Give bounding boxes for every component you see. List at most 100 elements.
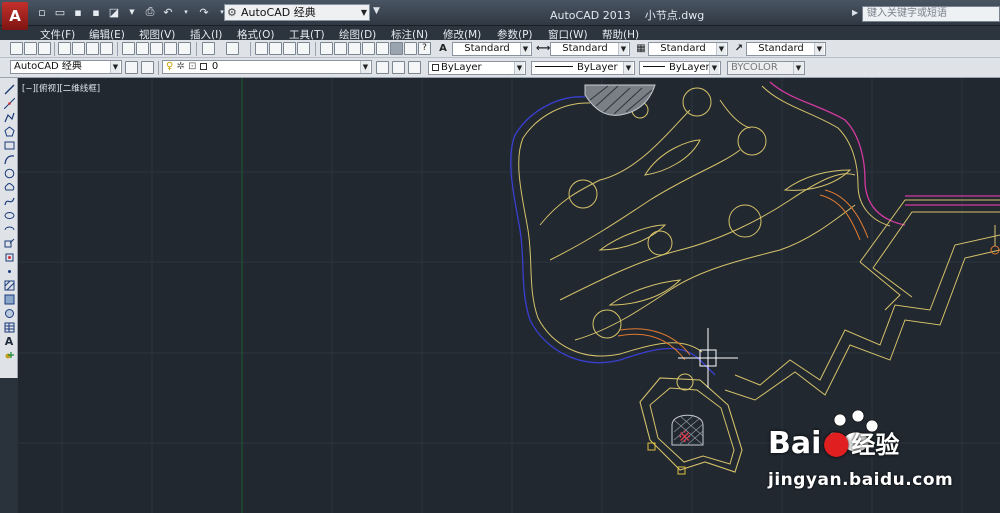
- multileader-style-value: Standard: [758, 43, 804, 54]
- workspace-dropdown[interactable]: AutoCAD 经典 ▼: [10, 60, 122, 74]
- new-file-icon[interactable]: ▫: [34, 4, 50, 20]
- polyline-icon[interactable]: [3, 111, 15, 123]
- open-file-icon[interactable]: ▭: [52, 4, 68, 20]
- layer-color-swatch: [199, 63, 207, 70]
- dim-style-icon[interactable]: ⟷: [536, 42, 550, 56]
- copy-icon[interactable]: [136, 42, 149, 55]
- cut-icon[interactable]: [122, 42, 135, 55]
- color-swatch: [432, 64, 439, 71]
- customize-quick-access-icon[interactable]: ▼: [373, 6, 380, 16]
- table-icon[interactable]: [3, 321, 15, 333]
- line-icon[interactable]: [3, 83, 15, 95]
- plot-preview-icon[interactable]: [72, 42, 85, 55]
- color-select[interactable]: ByLayer ▼: [428, 61, 526, 75]
- workspace-select[interactable]: ⚙ AutoCAD 经典 ▼: [224, 4, 370, 21]
- zoom-previous-icon[interactable]: [297, 42, 310, 55]
- zoom-realtime-icon[interactable]: [269, 42, 282, 55]
- sheet-set-icon[interactable]: [362, 42, 375, 55]
- text-style-value: Standard: [464, 43, 510, 54]
- table-style-icon[interactable]: ▦: [634, 42, 648, 56]
- workspace-settings-icon[interactable]: [125, 61, 138, 74]
- search-expand-icon[interactable]: ▶: [852, 8, 858, 17]
- plot-icon[interactable]: ⎙: [142, 4, 158, 20]
- layer-state-icon[interactable]: [408, 61, 421, 74]
- save-icon[interactable]: [38, 42, 51, 55]
- revision-cloud-icon[interactable]: [3, 181, 15, 193]
- region-icon[interactable]: [3, 307, 15, 319]
- lineweight-select[interactable]: ByLayer ▼: [639, 61, 721, 75]
- tool-palettes-icon[interactable]: [348, 42, 361, 55]
- make-block-icon[interactable]: [3, 251, 15, 263]
- block-editor-icon[interactable]: [178, 42, 191, 55]
- markup-icon[interactable]: [376, 42, 389, 55]
- save-icon[interactable]: ▪: [70, 4, 86, 20]
- undo-icon[interactable]: [202, 42, 215, 55]
- chevron-down-icon: ▼: [520, 43, 530, 55]
- calc-icon[interactable]: [404, 42, 417, 55]
- mtext-icon[interactable]: A: [3, 335, 15, 348]
- construction-line-icon[interactable]: [3, 97, 15, 109]
- file-name: 小节点.dwg: [644, 9, 705, 22]
- application-menu-button[interactable]: [2, 2, 28, 30]
- hatched-area-top: [584, 84, 656, 116]
- chevron-down-icon: ▼: [360, 8, 367, 17]
- color-value: ByLayer: [441, 62, 482, 73]
- open-icon[interactable]: [24, 42, 37, 55]
- multileader-style-icon[interactable]: ↗: [732, 42, 746, 56]
- plot-icon[interactable]: [58, 42, 71, 55]
- redo-icon[interactable]: ↷: [196, 4, 212, 20]
- new-icon[interactable]: [10, 42, 23, 55]
- orange-arcs: [617, 189, 869, 361]
- hatch-icon[interactable]: [3, 279, 15, 291]
- arc-icon[interactable]: [3, 153, 15, 165]
- toolbar-separator: [315, 42, 316, 56]
- chevron-down-icon: ▼: [360, 61, 370, 73]
- insert-block-icon[interactable]: [3, 237, 15, 249]
- properties-icon[interactable]: [320, 42, 333, 55]
- make-object-layer-current-icon[interactable]: [376, 61, 389, 74]
- linetype-value: ByLayer: [577, 62, 618, 73]
- layer-manager-icon[interactable]: [141, 61, 154, 74]
- point-icon[interactable]: [3, 265, 15, 277]
- polygon-icon[interactable]: [3, 125, 15, 137]
- add-selected-icon[interactable]: [3, 349, 15, 361]
- undo-icon[interactable]: ↶: [160, 4, 176, 20]
- undo-dropdown-icon[interactable]: ▾: [178, 4, 194, 20]
- ellipse-icon[interactable]: [3, 209, 15, 221]
- 3d-dwf-icon[interactable]: [100, 42, 113, 55]
- export-icon[interactable]: ◪: [106, 4, 122, 20]
- dropdown-arrow-icon[interactable]: ▼: [124, 4, 140, 20]
- linetype-select[interactable]: ByLayer ▼: [531, 61, 635, 75]
- design-center-icon[interactable]: [334, 42, 347, 55]
- plot-style-select[interactable]: BYCOLOR ▼: [727, 61, 805, 75]
- layer-previous-icon[interactable]: [392, 61, 405, 74]
- spline-icon[interactable]: [3, 195, 15, 207]
- text-style-select[interactable]: Standard ▼: [452, 42, 532, 56]
- rectangle-icon[interactable]: [3, 139, 15, 151]
- layer-on-icon: ♀: [166, 61, 174, 72]
- watermark-brand-cn: 经验: [851, 431, 900, 459]
- match-properties-icon[interactable]: [164, 42, 177, 55]
- help-search-input[interactable]: 键入关键字或短语: [862, 6, 1000, 22]
- save-as-icon[interactable]: ▪: [88, 4, 104, 20]
- ellipse-arc-icon[interactable]: [3, 223, 15, 235]
- paw-icon: ●: [822, 423, 851, 461]
- layer-freeze-icon: ✲: [176, 61, 185, 72]
- calculator-icon[interactable]: [390, 42, 403, 55]
- pan-icon[interactable]: [255, 42, 268, 55]
- text-style-icon[interactable]: A: [436, 42, 450, 56]
- zoom-window-icon[interactable]: [283, 42, 296, 55]
- table-style-value: Standard: [660, 43, 706, 54]
- multileader-style-select[interactable]: Standard ▼: [746, 42, 826, 56]
- publish-icon[interactable]: [86, 42, 99, 55]
- gradient-icon[interactable]: [3, 293, 15, 305]
- redo-icon[interactable]: [226, 42, 239, 55]
- help-icon[interactable]: ?: [418, 42, 431, 55]
- dim-style-select[interactable]: Standard ▼: [550, 42, 630, 56]
- layer-select[interactable]: ♀ ✲ ⊡ 0 ▼: [162, 60, 372, 74]
- table-style-select[interactable]: Standard ▼: [648, 42, 728, 56]
- chevron-down-icon: ▼: [514, 62, 524, 74]
- viewport-controls-label[interactable]: [−][俯视][二维线框]: [22, 82, 100, 94]
- paste-icon[interactable]: [150, 42, 163, 55]
- circle-icon[interactable]: [3, 167, 15, 179]
